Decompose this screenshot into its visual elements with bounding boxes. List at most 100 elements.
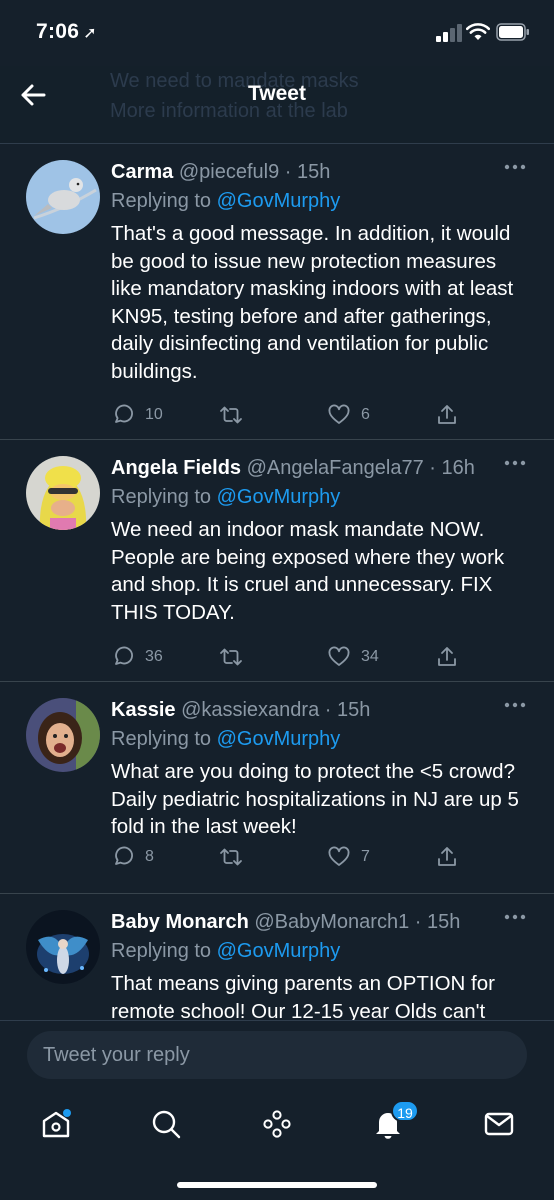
author-handle[interactable]: @AngelaFangela77 (247, 457, 424, 479)
home-icon[interactable] (38, 1106, 74, 1142)
tweet-text: That's a good message. In addition, it w… (111, 222, 514, 383)
replying-to: Replying to @GovMurphy (111, 936, 530, 966)
replies-feed[interactable]: Carma @pieceful9 · 15h Replying to @GovM… (0, 144, 554, 1020)
messages-icon[interactable] (481, 1106, 517, 1142)
tweet-header: Angela Fields @AngelaFangela77 · 16h (111, 454, 530, 482)
avatar[interactable] (26, 698, 100, 772)
mention-link[interactable]: @GovMurphy (217, 940, 341, 962)
reply-button[interactable]: 8 (111, 844, 154, 870)
top-nav-bar: We need to mandate masks More informatio… (0, 66, 554, 144)
like-count: 7 (361, 848, 370, 865)
reply-composer: Tweet your reply (0, 1020, 554, 1092)
replying-to: Replying to @GovMurphy (111, 186, 530, 216)
replying-prefix: Replying to (111, 728, 217, 750)
like-button[interactable]: 7 (327, 844, 370, 870)
spaces-icon[interactable] (259, 1106, 295, 1142)
avatar[interactable] (26, 160, 100, 234)
reply-tweet[interactable]: Carma @pieceful9 · 15h Replying to @GovM… (0, 144, 554, 440)
reply-count: 36 (145, 648, 163, 665)
dot-separator: · (423, 457, 442, 479)
location-arrow-icon: ➚ (83, 25, 97, 42)
replying-to: Replying to @GovMurphy (111, 482, 530, 512)
tweet-text: That means giving parents an OPTION for … (111, 972, 495, 1020)
bottom-tab-bar: 19 (0, 1092, 554, 1200)
reply-count: 10 (145, 406, 163, 423)
reply-tweet[interactable]: Angela Fields @AngelaFangela77 · 16h Rep… (0, 440, 554, 682)
dot-separator: · (409, 911, 427, 933)
battery-icon (496, 23, 529, 41)
like-count: 34 (361, 648, 379, 665)
tweet-age: 16h (441, 457, 475, 479)
share-icon (438, 647, 456, 666)
dot-separator: · (319, 699, 337, 721)
tweet-age: 15h (337, 699, 371, 721)
dot-separator: · (279, 161, 297, 183)
author-handle[interactable]: @kassiexandra (181, 699, 319, 721)
retweet-icon (220, 848, 242, 866)
reply-icon (115, 404, 133, 423)
replying-prefix: Replying to (111, 486, 217, 508)
more-options-icon[interactable] (504, 912, 526, 922)
author-name[interactable]: Baby Monarch (111, 911, 249, 933)
author-name[interactable]: Angela Fields (111, 457, 241, 479)
tweet-header: Kassie @kassiexandra · 15h (111, 696, 530, 724)
more-options-icon[interactable] (504, 700, 526, 710)
heart-icon (328, 646, 350, 666)
retweet-button[interactable] (219, 844, 253, 870)
reply-count: 8 (145, 848, 154, 865)
avatar-duck-costume-image (26, 456, 100, 530)
more-options-icon[interactable] (504, 458, 526, 468)
search-icon[interactable] (148, 1106, 184, 1142)
tweet-age: 15h (426, 911, 461, 933)
reply-icon (115, 846, 133, 865)
more-options-icon[interactable] (504, 162, 526, 172)
replying-prefix: Replying to (111, 940, 217, 962)
share-button[interactable] (435, 644, 469, 670)
heart-icon (328, 846, 350, 866)
tweet-actions: 8 7 (0, 832, 554, 890)
wifi-icon (466, 23, 490, 40)
avatar-woman-photo-image (26, 698, 100, 772)
like-button[interactable]: 6 (327, 402, 370, 428)
tweet-text: What are you doing to protect the <5 cro… (111, 760, 519, 838)
like-button[interactable]: 34 (327, 644, 379, 670)
author-name[interactable]: Carma (111, 161, 173, 183)
status-time-text: 7:06 (36, 20, 80, 43)
page-title: Tweet (248, 82, 306, 105)
share-button[interactable] (435, 844, 469, 870)
reply-icon (115, 646, 133, 665)
reply-tweet[interactable]: Kassie @kassiexandra · 15h Replying to @… (0, 682, 554, 894)
cellular-signal-icon (436, 24, 462, 42)
author-handle[interactable]: @BabyMonarch1 (254, 911, 409, 933)
heart-icon (328, 404, 350, 424)
reply-button[interactable]: 10 (111, 402, 163, 428)
author-name[interactable]: Kassie (111, 699, 176, 721)
tweet-age: 15h (296, 161, 331, 183)
reply-tweet[interactable]: Baby Monarch @BabyMonarch1 · 15h Replyin… (0, 894, 554, 1020)
home-indicator[interactable] (177, 1182, 377, 1188)
retweet-icon (220, 406, 242, 424)
author-handle[interactable]: @pieceful9 (179, 161, 279, 183)
tweet-header: Carma @pieceful9 · 15h (111, 158, 530, 186)
mention-link[interactable]: @GovMurphy (217, 190, 341, 212)
avatar-fairy-art-image (26, 910, 100, 984)
reply-input-placeholder: Tweet your reply (43, 1044, 190, 1066)
like-count: 6 (361, 406, 370, 423)
avatar-dove-image (26, 160, 100, 234)
avatar[interactable] (26, 910, 100, 984)
retweet-button[interactable] (219, 402, 253, 428)
share-icon (438, 847, 456, 866)
share-button[interactable] (435, 402, 469, 428)
status-bar: 7:06 ➚ (0, 0, 554, 66)
tweet-text: We need an indoor mask mandate NOW. Peop… (111, 518, 505, 624)
mention-link[interactable]: @GovMurphy (217, 728, 341, 750)
avatar[interactable] (26, 456, 100, 530)
replying-prefix: Replying to (111, 190, 217, 212)
notifications-badge: 19 (391, 1100, 419, 1122)
share-icon (438, 405, 456, 424)
retweet-button[interactable] (219, 644, 253, 670)
reply-input[interactable]: Tweet your reply (27, 1031, 527, 1079)
mention-link[interactable]: @GovMurphy (217, 486, 341, 508)
reply-button[interactable]: 36 (111, 644, 163, 670)
status-time: 7:06 ➚ (36, 20, 97, 44)
